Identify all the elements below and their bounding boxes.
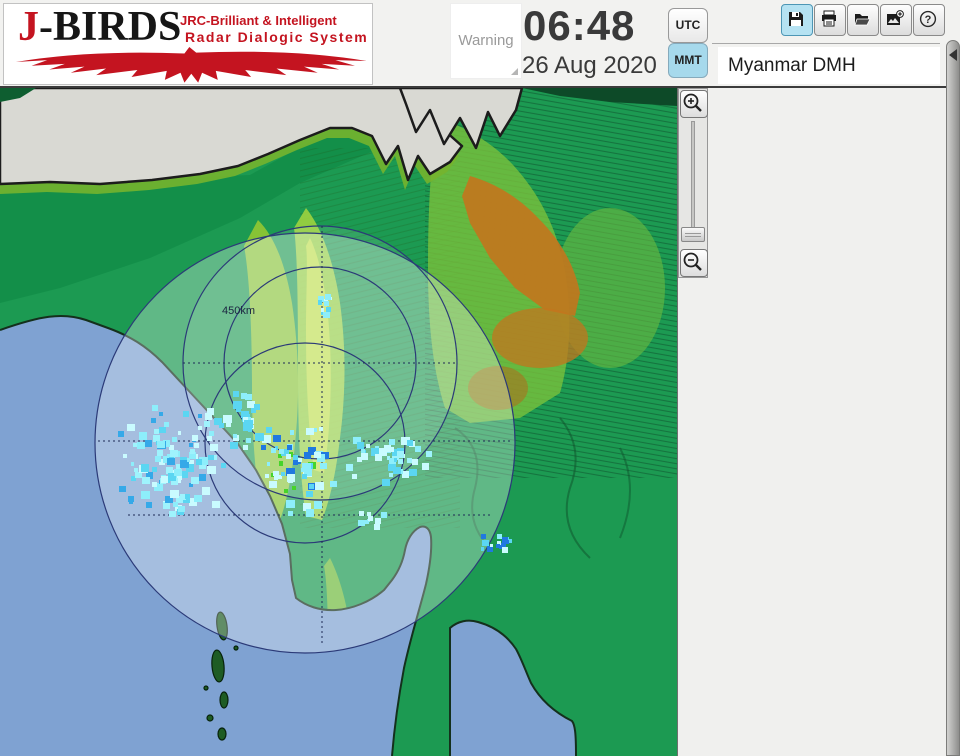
collapse-panel-icon[interactable]	[949, 49, 957, 61]
jbirds-logo: J-BIRDS JRC-Brilliant & Intelligent Rada…	[3, 3, 373, 85]
magnifier-plus-icon	[681, 91, 705, 115]
header-bar: J-BIRDS JRC-Brilliant & Intelligent Rada…	[0, 0, 960, 88]
clock-date: 26 Aug 2020	[522, 52, 657, 80]
zoom-out-button[interactable]	[680, 249, 708, 277]
timezone-utc-button[interactable]: UTC	[668, 8, 708, 43]
panel-splitter[interactable]	[946, 40, 960, 756]
magnifier-minus-icon	[681, 250, 705, 274]
clock-time: 06:48	[523, 2, 635, 50]
help-button[interactable]: ?	[913, 4, 945, 36]
header-separator	[712, 43, 940, 44]
brand-tagline-1: JRC-Brilliant & Intelligent	[180, 13, 337, 28]
brand-tagline-2: Radar Dialogic System	[185, 29, 368, 45]
snapshot-button[interactable]	[880, 4, 912, 36]
zoom-slider-thumb[interactable]	[681, 227, 705, 242]
map-zoom-control	[678, 88, 708, 278]
control-panel	[677, 88, 946, 756]
range-ring-label: 450km	[222, 305, 255, 317]
zoom-slider-track[interactable]	[691, 121, 695, 241]
timezone-mmt-button[interactable]: MMT	[668, 43, 708, 78]
open-folder-button[interactable]	[847, 4, 879, 36]
zoom-in-button[interactable]	[680, 90, 708, 118]
site-name-field[interactable]: Myanmar DMH	[718, 47, 940, 84]
save-button[interactable]	[781, 4, 813, 36]
jbirds-app: J-BIRDS JRC-Brilliant & Intelligent Rada…	[0, 0, 960, 756]
svg-text:?: ?	[925, 14, 932, 26]
warning-button[interactable]: Warning	[450, 3, 522, 79]
eagle-logo-icon	[4, 44, 372, 84]
radar-map-image[interactable]: 450km	[0, 88, 677, 756]
print-button[interactable]	[814, 4, 846, 36]
radar-map-viewport[interactable]: 450km	[0, 88, 677, 756]
